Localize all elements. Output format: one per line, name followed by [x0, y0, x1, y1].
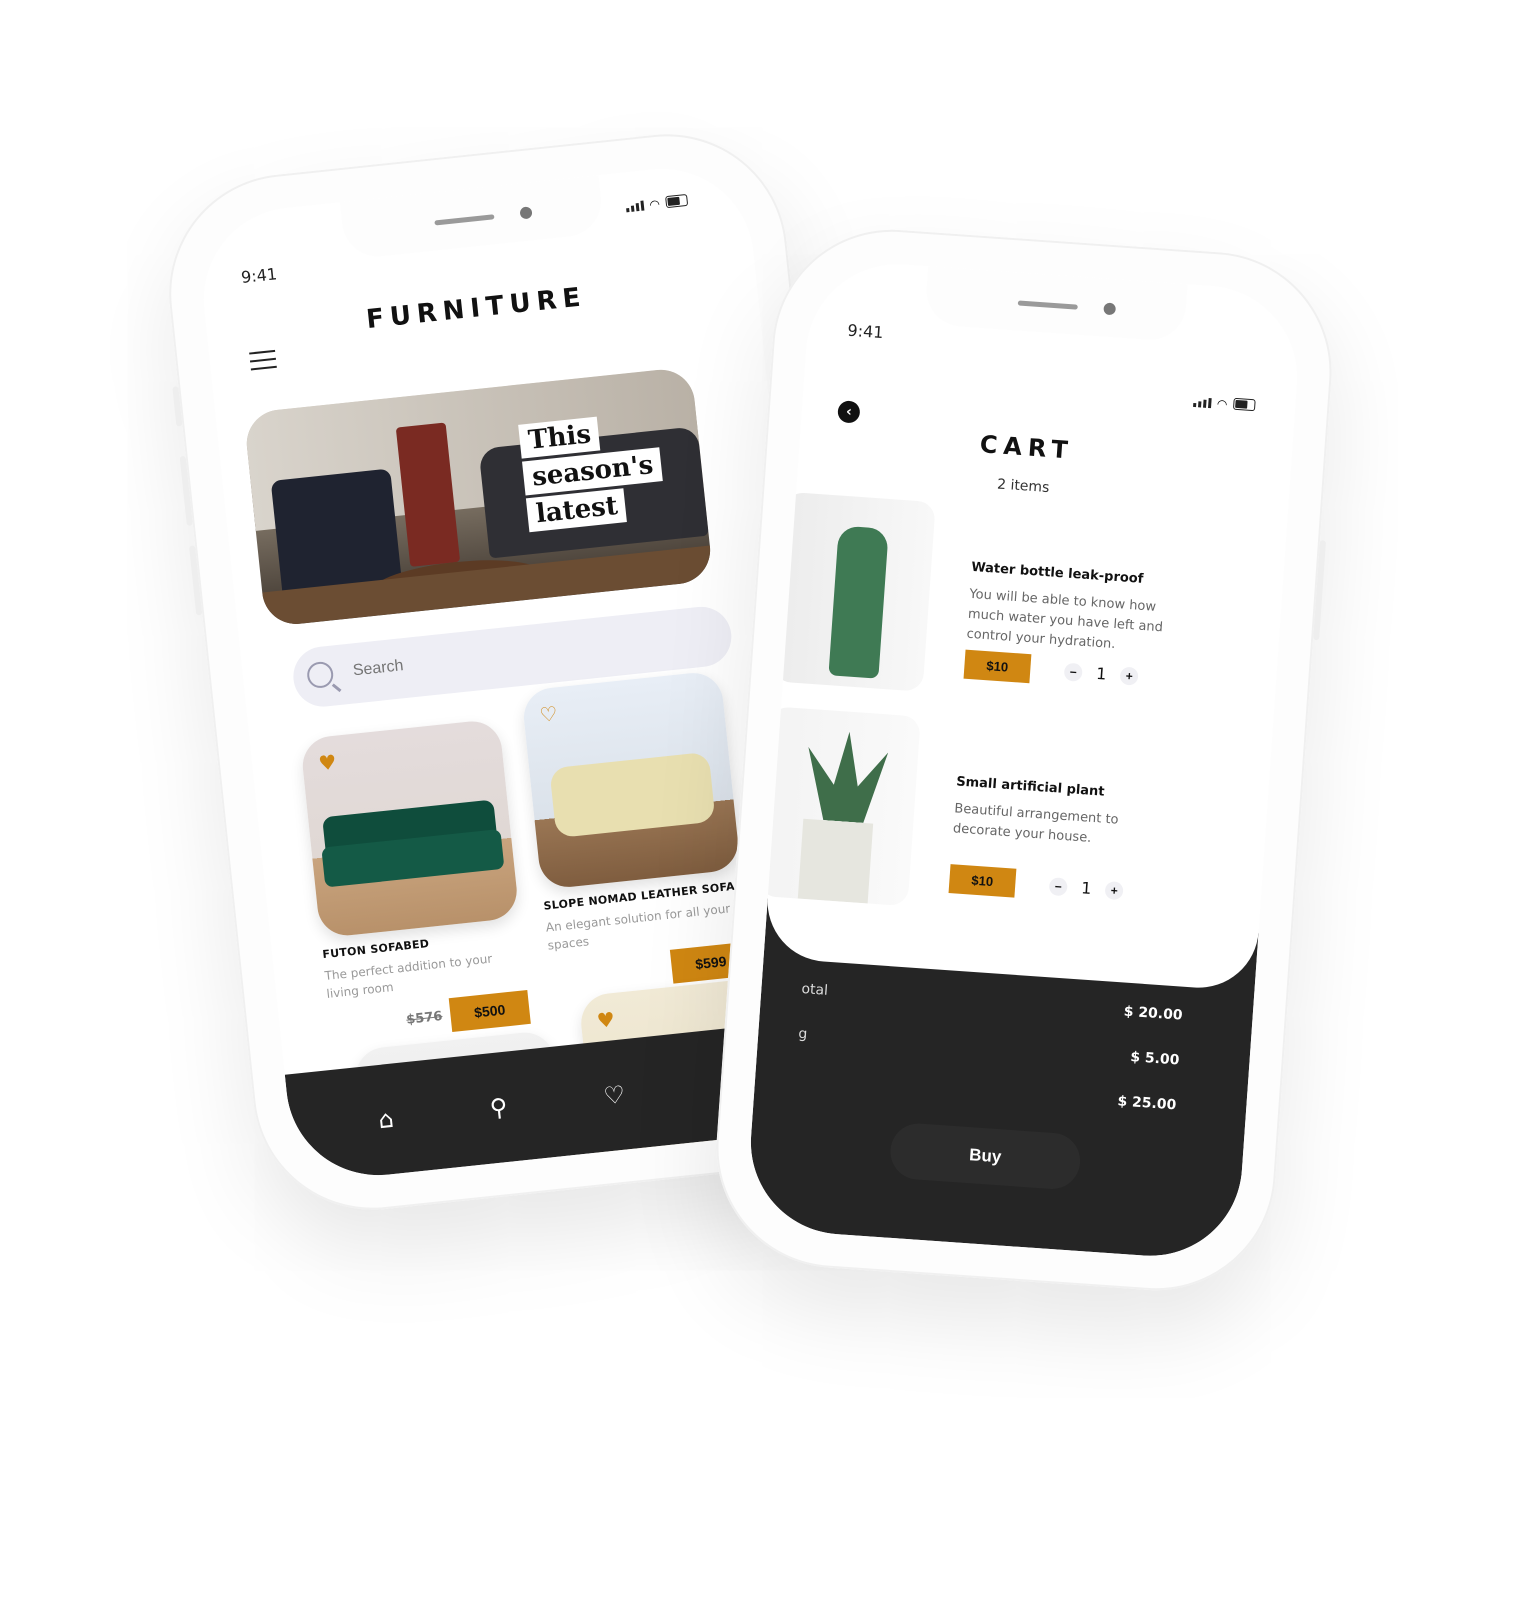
speaker [1017, 300, 1078, 310]
home-icon[interactable]: ⌂ [377, 1105, 395, 1134]
quantity-stepper: − 1 + [1063, 662, 1139, 686]
cart-item: Water bottle leak-proof You will be able… [772, 491, 1287, 726]
summary-row: g $ 5.00 [798, 1026, 1180, 1069]
order-summary: otal $ 20.00 g $ 5.00 $ 25.00 Buy [744, 898, 1259, 1262]
heart-icon[interactable]: ♥ [317, 750, 337, 776]
camera [1103, 302, 1117, 316]
item-name: Small artificial plant [955, 774, 1106, 800]
quantity-stepper: − 1 + [1048, 876, 1124, 900]
summary-label [795, 1071, 796, 1087]
item-image [757, 706, 921, 907]
item-name: Water bottle leak-proof [970, 559, 1144, 587]
wifi-icon: ◠ [648, 196, 661, 212]
product-card-futon[interactable]: ♥ FUTON SOFABED The perfect addition to … [299, 718, 531, 1044]
wifi-icon: ◠ [1216, 396, 1228, 412]
summary-value: $ 25.00 [1116, 1093, 1177, 1114]
item-desc: Beautiful arrangement to decorate your h… [952, 801, 1120, 846]
page-title: FURNITURE [364, 282, 588, 336]
product-image[interactable]: ♥ [299, 718, 520, 939]
price-button[interactable]: $500 [448, 989, 531, 1033]
product-card-slope[interactable]: ♡ SLOPE NOMAD LEATHER SOFA An elegant so… [520, 670, 752, 996]
status-time: 9:41 [240, 264, 278, 287]
hero-banner[interactable]: This season's latest [243, 366, 714, 628]
signal-icon [1192, 397, 1212, 409]
heart-icon[interactable]: ♡ [602, 1080, 626, 1110]
summary-row: otal $ 20.00 [801, 981, 1183, 1024]
signal-icon [625, 200, 644, 213]
summary-label: otal [800, 981, 829, 999]
old-price: $576 [405, 1008, 444, 1028]
increase-button[interactable]: + [1119, 666, 1139, 686]
increase-button[interactable]: + [1104, 880, 1124, 900]
speaker [434, 214, 495, 226]
quantity-value: 1 [1080, 878, 1093, 898]
item-price[interactable]: $10 [948, 864, 1017, 898]
hero-line: latest [526, 488, 628, 533]
cart-count: 2 items [996, 476, 1050, 497]
camera [519, 206, 533, 220]
status-time: 9:41 [846, 320, 885, 343]
status-icons: ◠ [1192, 395, 1256, 412]
hero-text: This season's latest [518, 410, 667, 535]
summary-value: $ 20.00 [1123, 1003, 1184, 1024]
search-icon [305, 660, 335, 690]
back-icon[interactable]: ‹ [837, 400, 861, 424]
cart-screen: 9:41 ◠ ‹ CART 2 items Water bottle leak-… [744, 258, 1304, 1262]
phone-cart: 9:41 ◠ ‹ CART 2 items Water bottle leak-… [708, 221, 1340, 1299]
volume-button [179, 455, 193, 527]
menu-icon[interactable] [249, 349, 277, 377]
notch [924, 266, 1188, 343]
side-button [172, 386, 183, 427]
summary-row: $ 25.00 [795, 1071, 1177, 1114]
page-title: CART [978, 430, 1075, 465]
power-button [1313, 540, 1327, 641]
item-image [772, 491, 936, 692]
battery-icon [665, 193, 689, 209]
buy-button[interactable]: Buy [888, 1121, 1082, 1191]
heart-outline-icon[interactable]: ♡ [538, 701, 558, 727]
decrease-button[interactable]: − [1063, 662, 1083, 682]
battery-icon [1232, 397, 1256, 412]
search-icon[interactable]: ⚲ [488, 1093, 508, 1123]
item-desc: You will be able to know how much water … [966, 586, 1164, 653]
status-icons: ◠ [625, 193, 689, 213]
item-price[interactable]: $10 [963, 649, 1032, 684]
summary-value: $ 5.00 [1129, 1049, 1180, 1069]
notch [339, 175, 605, 260]
search-input[interactable] [349, 629, 655, 682]
volume-button [189, 545, 203, 616]
hero-line: This [518, 416, 601, 459]
product-image[interactable]: ♡ [520, 670, 741, 890]
quantity-value: 1 [1095, 663, 1108, 684]
decrease-button[interactable]: − [1048, 876, 1068, 896]
summary-label: g [797, 1025, 808, 1043]
heart-icon[interactable]: ♥ [596, 1007, 616, 1033]
